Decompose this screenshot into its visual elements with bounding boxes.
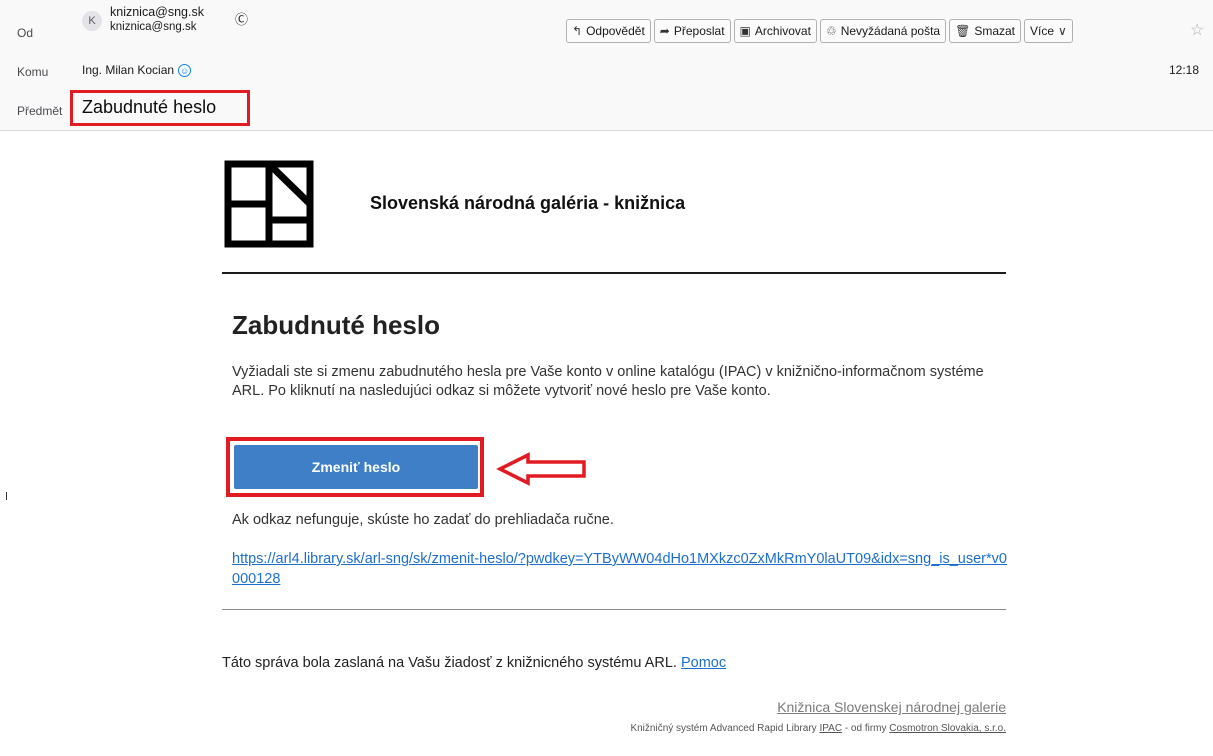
- credits-line: Knižničný systém Advanced Rapid Library …: [630, 723, 1006, 734]
- reply-label: Odpovědět: [586, 24, 645, 38]
- recipient[interactable]: Ing. Milan Kocian ☺: [82, 63, 192, 77]
- message-header: Od K kniznica@sng.sk kniznica@sng.sk Ⓒ ↰…: [0, 0, 1213, 131]
- sender-avatar: K: [82, 11, 102, 31]
- footer-sentence: Táto správa bola zaslaná na Vašu žiadosť…: [222, 655, 677, 671]
- subject-label: Předmět: [17, 104, 63, 118]
- company-link[interactable]: Cosmotron Slovakia, s.r.o.: [889, 723, 1006, 734]
- contact-icon: ☺: [178, 64, 192, 77]
- email-heading: Zabudnuté heslo: [232, 310, 440, 340]
- sng-logo: [224, 160, 314, 248]
- archive-label: Archivovat: [754, 24, 811, 38]
- email-paragraph: Vyžiadali ste si zmenu zabudnutého hesla…: [232, 364, 984, 399]
- delete-label: Smazat: [974, 24, 1016, 38]
- hint-text: Ak odkaz nefunguje, skúste ho zadať do p…: [232, 512, 614, 528]
- delete-button[interactable]: 🗑︎ Smazat: [949, 19, 1022, 43]
- sender-address[interactable]: kniznica@sng.sk: [110, 21, 196, 33]
- forward-icon: ➦: [659, 24, 670, 38]
- credits-mid: - od firmy: [844, 723, 887, 734]
- divider: [222, 609, 1006, 610]
- chevron-down-icon: ∨: [1058, 24, 1067, 38]
- subject-text: Zabudnuté heslo: [82, 97, 217, 117]
- edge-mark: [6, 492, 7, 500]
- more-button[interactable]: Více ∨: [1024, 19, 1073, 43]
- junk-button[interactable]: ♲ Nevyžádaná pošta: [819, 19, 947, 43]
- credits-prefix: Knižničný systém Advanced Rapid Library: [630, 723, 817, 734]
- star-icon[interactable]: ☆: [1190, 20, 1204, 40]
- sender-name[interactable]: kniznica@sng.sk: [110, 5, 204, 19]
- trash-icon: 🗑︎: [955, 24, 971, 38]
- forward-button[interactable]: ➦ Přeposlat: [653, 19, 731, 43]
- library-link[interactable]: Knižnica Slovenskej národnej galerie: [777, 699, 1006, 715]
- forward-label: Přeposlat: [673, 24, 725, 38]
- message-time: 12:18: [1168, 63, 1199, 77]
- archive-icon: ▣: [739, 24, 751, 38]
- reply-button[interactable]: ↰ Odpovědět: [566, 19, 651, 43]
- library-name: Slovenská národná galéria - knižnica: [370, 193, 686, 213]
- footer-text: Táto správa bola zaslaná na Vašu žiadosť…: [222, 655, 726, 671]
- reply-icon: ↰: [572, 24, 583, 38]
- divider: [222, 272, 1006, 274]
- message-toolbar: ↰ Odpovědět ➦ Přeposlat ▣ Archivovat ♲ N…: [566, 19, 1073, 45]
- junk-icon: ♲: [825, 24, 837, 38]
- junk-label: Nevyžádaná pošta: [840, 24, 941, 38]
- more-label: Více: [1030, 24, 1055, 38]
- contact-badge-icon[interactable]: Ⓒ: [235, 9, 248, 28]
- change-password-button[interactable]: Zmeniť heslo: [234, 445, 478, 489]
- ipac-link[interactable]: IPAC: [819, 723, 842, 734]
- reset-link[interactable]: https://arl4.library.sk/arl-sng/sk/zmeni…: [232, 549, 1007, 589]
- to-label: Komu: [17, 65, 49, 79]
- archive-button[interactable]: ▣ Archivovat: [733, 19, 817, 43]
- from-label: Od: [17, 26, 34, 40]
- recipient-name: Ing. Milan Kocian: [82, 63, 175, 77]
- help-link[interactable]: Pomoc: [681, 655, 726, 671]
- arrow-left-icon: [496, 452, 586, 486]
